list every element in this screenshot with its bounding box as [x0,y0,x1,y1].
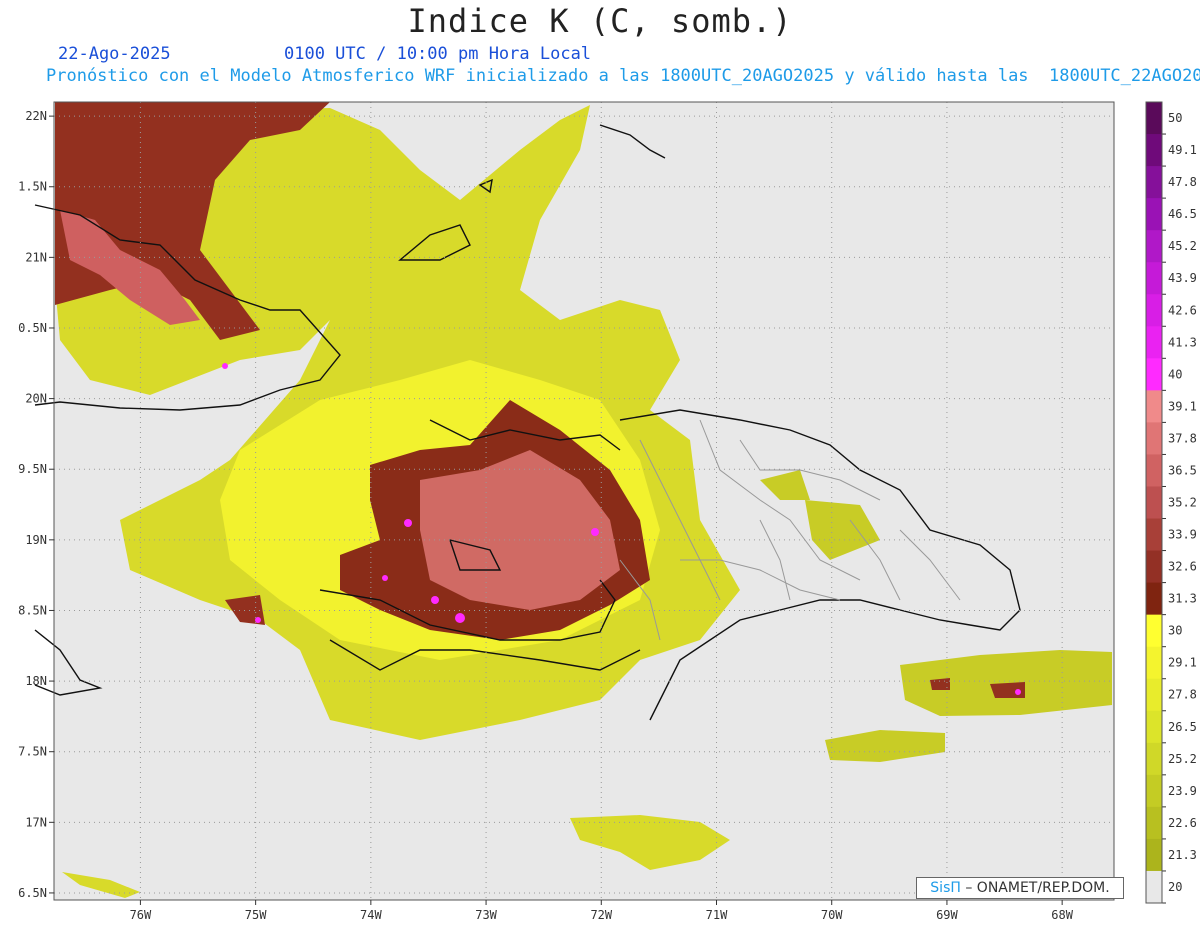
legend-swatch [1146,646,1162,680]
latitude-labels: 22N 1.5N 21N 0.5N 20N 9.5N 19N 8.5N 18N 7.5N 17N 6.… [18,109,54,900]
legend-label: 49.1 [1168,143,1197,157]
legend-swatch [1146,230,1162,263]
legend-label: 20 [1168,880,1182,894]
legend-label: 26.5 [1168,720,1197,734]
legend-label: 40 [1168,367,1182,381]
lon-label: 69W [936,908,958,922]
legend-label: 25.2 [1168,752,1197,766]
legend-swatch [1146,742,1162,776]
legend-label: 41.3 [1168,335,1197,349]
legend-swatch [1146,678,1162,712]
legend-swatch [1146,294,1162,327]
legend-swatch [1146,358,1162,391]
legend-swatch [1146,870,1162,904]
lat-label: 17N [25,815,47,829]
legend-swatch [1146,582,1162,616]
legend-label: 50 [1168,111,1182,125]
credit-brand: SisΠ [930,880,961,896]
lon-label: 76W [130,908,152,922]
lon-label: 73W [475,908,497,922]
legend-swatch [1146,262,1162,295]
lon-label: 71W [706,908,728,922]
legend-swatch [1146,838,1162,872]
legend-label: 22.6 [1168,816,1197,830]
legend-label: 33.9 [1168,528,1197,542]
legend-label: 46.5 [1168,207,1197,221]
legend-swatch [1146,102,1162,135]
legend-swatch [1146,774,1162,808]
legend-swatch [1146,486,1162,520]
legend-label: 27.8 [1168,688,1197,702]
lon-label: 74W [360,908,382,922]
lon-label: 75W [245,908,267,922]
legend-swatch [1146,326,1162,359]
k-index-map: 76W 75W 74W 73W 72W 71W 70W 69W 68W 22N 1.5N 21N 0.… [18,101,1197,922]
legend-label: 37.8 [1168,431,1197,445]
lat-label: 8.5N [18,603,47,617]
legend-swatch [1146,166,1162,199]
legend-swatch [1146,390,1162,423]
lon-label: 70W [821,908,843,922]
legend-label: 32.6 [1168,560,1197,574]
legend-label: 35.2 [1168,496,1197,510]
legend-label: 23.9 [1168,784,1197,798]
legend-swatch [1146,454,1162,487]
longitude-labels: 76W 75W 74W 73W 72W 71W 70W 69W 68W [130,900,1074,922]
lat-label: 18N [25,674,47,688]
legend-swatch [1146,710,1162,744]
credit-text: – ONAMET/REP.DOM. [960,880,1110,896]
credit-box: SisΠ – ONAMET/REP.DOM. [916,877,1124,899]
lat-label: 9.5N [18,462,47,476]
legend-label: 43.9 [1168,271,1197,285]
legend-label: 45.2 [1168,239,1197,253]
lat-label: 6.5N [18,886,47,900]
legend-label: 29.1 [1168,656,1197,670]
legend-label: 30 [1168,624,1182,638]
lat-label: 0.5N [18,321,47,335]
lon-label: 68W [1051,908,1073,922]
legend-label: 47.8 [1168,175,1197,189]
legend-swatch [1146,550,1162,584]
legend-swatch [1146,518,1162,552]
legend-swatch [1146,198,1162,231]
legend-label: 39.1 [1168,399,1197,413]
lat-label: 22N [25,109,47,123]
legend-swatch [1146,806,1162,840]
color-legend: 50 49.1 47.8 46.5 45.2 43.9 42.6 41.3 40 39.1 37.8… [1145,101,1197,904]
legend-label: 21.3 [1168,848,1197,862]
lat-label: 1.5N [18,180,47,194]
legend-label: 31.3 [1168,592,1197,606]
legend-label: 42.6 [1168,303,1197,317]
lat-label: 19N [25,533,47,547]
lat-label: 21N [25,250,47,264]
legend-swatch [1146,422,1162,455]
legend-label: 36.5 [1168,463,1197,477]
lat-label: 7.5N [18,745,47,759]
legend-swatch [1146,134,1162,167]
legend-swatch [1146,614,1162,648]
lat-label: 20N [25,392,47,406]
lon-label: 72W [590,908,612,922]
